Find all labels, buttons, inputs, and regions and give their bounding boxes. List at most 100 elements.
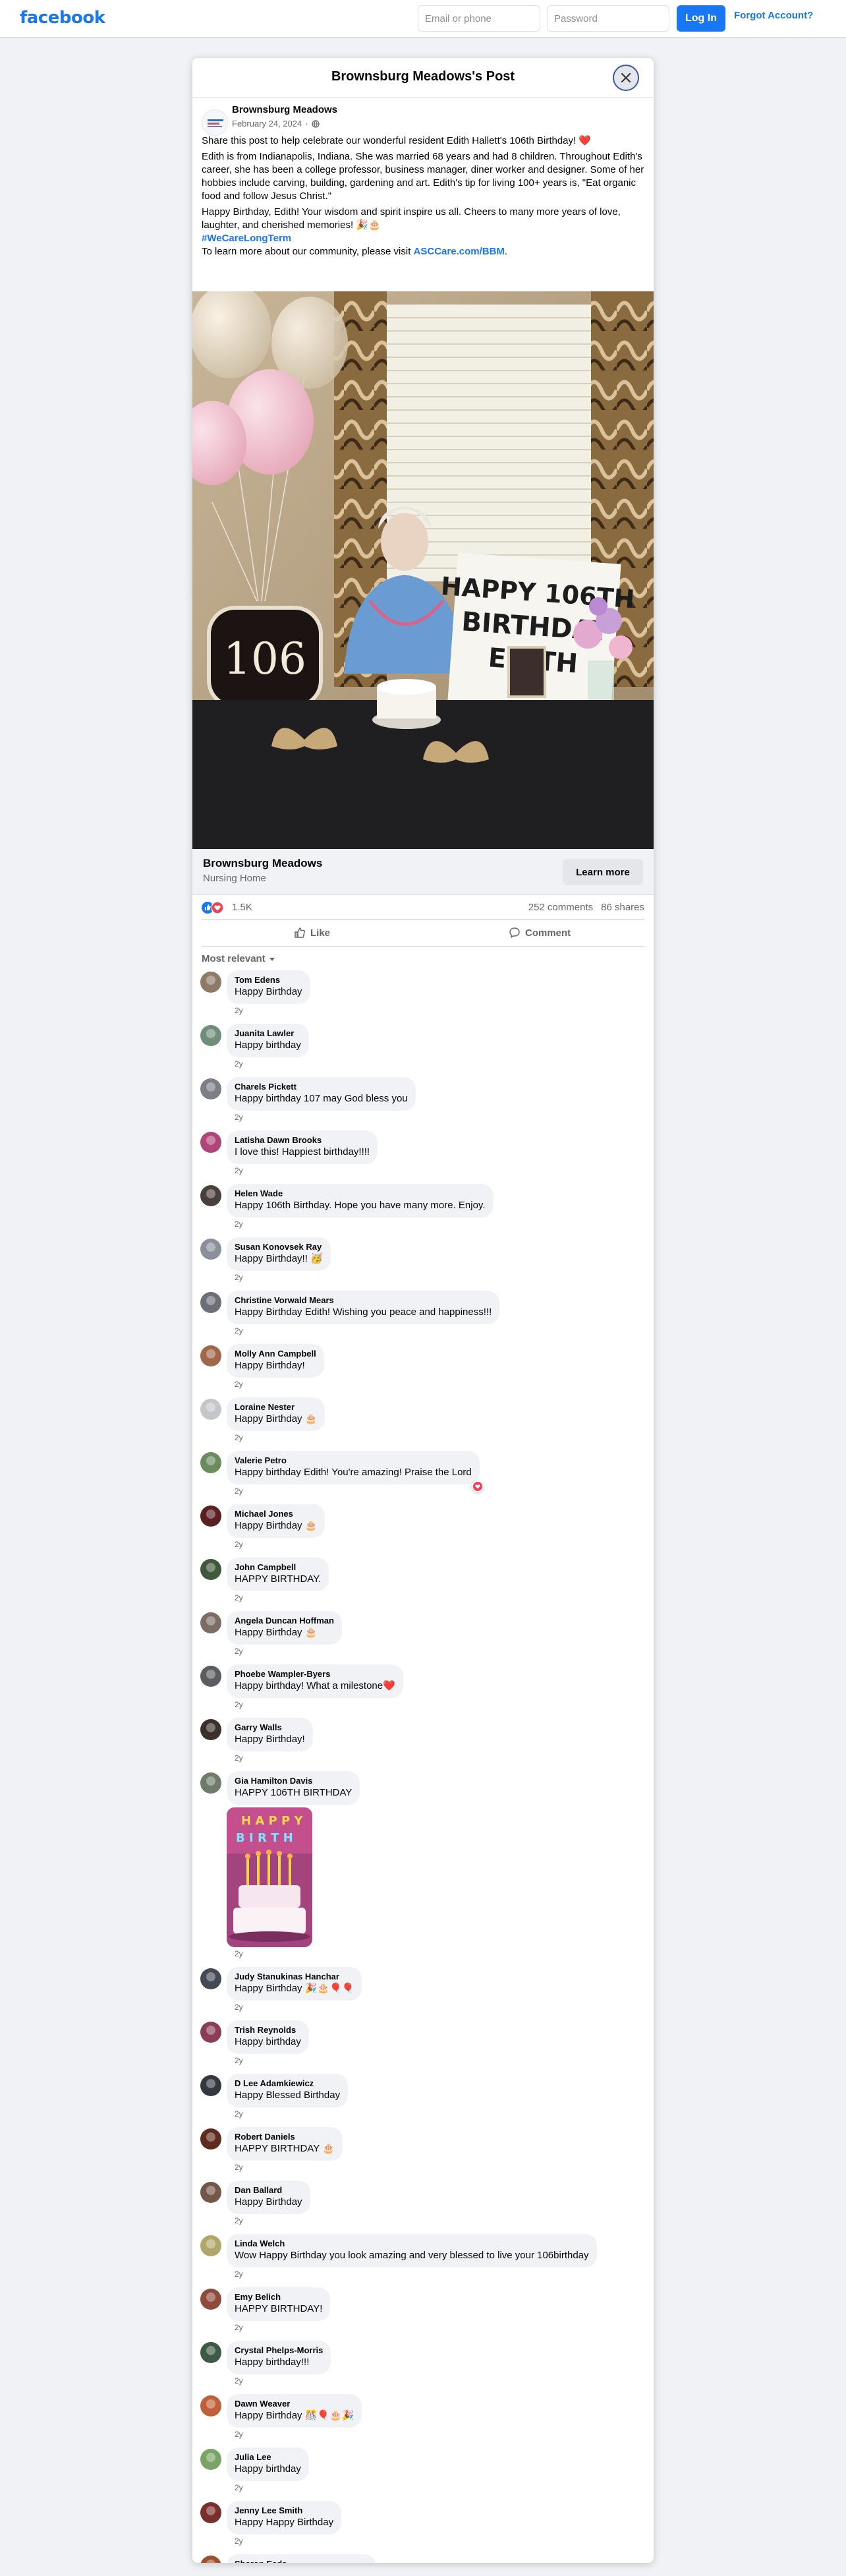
commenter-name[interactable]: Angela Duncan Hoffman <box>235 1616 334 1626</box>
commenter-avatar[interactable] <box>200 1719 221 1740</box>
comment-timestamp[interactable]: 2y <box>235 1700 243 1709</box>
commenter-avatar[interactable] <box>200 1559 221 1580</box>
comment-timestamp[interactable]: 2y <box>235 1540 243 1549</box>
commenter-name[interactable]: Charels Pickett <box>235 1082 408 1092</box>
commenter-avatar[interactable] <box>200 2235 221 2256</box>
commenter-avatar[interactable] <box>200 2182 221 2203</box>
commenter-name[interactable]: Judy Stanukinas Hanchar <box>235 1972 354 1982</box>
commenter-avatar[interactable] <box>200 972 221 993</box>
comment-timestamp[interactable]: 2y <box>235 2163 243 2172</box>
commenter-avatar[interactable] <box>200 2342 221 2363</box>
commenter-avatar[interactable] <box>200 2075 221 2096</box>
commenter-name[interactable]: Valerie Petro <box>235 1455 472 1466</box>
commenter-avatar[interactable] <box>200 1968 221 1989</box>
close-button[interactable] <box>613 65 639 91</box>
website-link[interactable]: ASCCare.com/BBM <box>414 246 505 257</box>
commenter-avatar[interactable] <box>200 2395 221 2416</box>
commenter-avatar[interactable] <box>200 1025 221 1046</box>
commenter-avatar[interactable] <box>200 2128 221 2150</box>
hashtag-link[interactable]: #WeCareLongTerm <box>202 232 644 245</box>
commenter-name[interactable]: Phoebe Wampler-Byers <box>235 1669 395 1680</box>
commenter-name[interactable]: Emy Belich <box>235 2292 322 2302</box>
comment-timestamp[interactable]: 2y <box>235 1433 243 1442</box>
link-card-title[interactable]: Brownsburg Meadows <box>203 857 322 870</box>
commenter-name[interactable]: John Campbell <box>235 1562 321 1573</box>
commenter-name[interactable]: Julia Lee <box>235 2452 301 2463</box>
share-count[interactable]: 86 shares <box>601 902 644 913</box>
commenter-avatar[interactable] <box>200 2502 221 2523</box>
commenter-avatar[interactable] <box>200 1612 221 1633</box>
facebook-logo[interactable]: facebook <box>20 8 105 28</box>
comment-timestamp[interactable]: 2y <box>235 2269 243 2279</box>
comment-timestamp[interactable]: 2y <box>235 1059 243 1068</box>
commenter-name[interactable]: Molly Ann Campbell <box>235 1349 316 1359</box>
comment-timestamp[interactable]: 2y <box>235 2430 243 2439</box>
comment-timestamp[interactable]: 2y <box>235 1380 243 1389</box>
email-input[interactable] <box>418 5 540 32</box>
comment-timestamp[interactable]: 2y <box>235 2483 243 2492</box>
sort-comments-dropdown[interactable]: Most relevant <box>202 953 276 964</box>
commenter-name[interactable]: Loraine Nester <box>235 1402 317 1413</box>
commenter-name[interactable]: Juanita Lawler <box>235 1028 301 1039</box>
birthday-cake-gif[interactable]: H A P P Y B I R T H <box>227 1807 312 1947</box>
commenter-avatar[interactable] <box>200 2022 221 2043</box>
commenter-avatar[interactable] <box>200 1239 221 1260</box>
comment-timestamp[interactable]: 2y <box>235 1113 243 1122</box>
reaction-count[interactable]: 1.5K <box>232 902 252 913</box>
commenter-avatar[interactable] <box>200 1185 221 1206</box>
comment-timestamp[interactable]: 2y <box>235 1753 243 1763</box>
commenter-name[interactable]: Dawn Weaver <box>235 2399 354 2409</box>
comment-button[interactable]: Comment <box>509 920 571 946</box>
commenter-name[interactable]: Garry Walls <box>235 1722 305 1733</box>
commenter-avatar[interactable] <box>200 1506 221 1527</box>
commenter-avatar[interactable] <box>200 1452 221 1473</box>
commenter-avatar[interactable] <box>200 1078 221 1099</box>
page-avatar[interactable] <box>202 109 228 136</box>
forgot-account-link[interactable]: Forgot Account? <box>734 10 813 21</box>
commenter-name[interactable]: Jenny Lee Smith <box>235 2505 333 2516</box>
commenter-avatar[interactable] <box>200 2289 221 2310</box>
commenter-name[interactable]: Linda Welch <box>235 2239 589 2249</box>
password-input[interactable] <box>547 5 669 32</box>
post-author[interactable]: Brownsburg Meadows <box>232 104 337 115</box>
commenter-name[interactable]: Dan Ballard <box>235 2185 302 2196</box>
commenter-avatar[interactable] <box>200 1399 221 1420</box>
commenter-name[interactable]: Crystal Phelps-Morris <box>235 2345 323 2356</box>
commenter-avatar[interactable] <box>200 1772 221 1794</box>
commenter-name[interactable]: Gia Hamilton Davis <box>235 1776 352 1786</box>
comment-timestamp[interactable]: 2y <box>235 1486 243 1496</box>
commenter-avatar[interactable] <box>200 2556 221 2563</box>
comment-timestamp[interactable]: 2y <box>235 1219 243 1229</box>
commenter-name[interactable]: Helen Wade <box>235 1188 486 1199</box>
comment-timestamp[interactable]: 2y <box>235 2323 243 2332</box>
commenter-avatar[interactable] <box>200 1345 221 1366</box>
commenter-name[interactable]: Latisha Dawn Brooks <box>235 1135 370 1146</box>
comment-reaction-badge[interactable] <box>471 1480 484 1492</box>
commenter-name[interactable]: Susan Konovsek Ray <box>235 1242 323 1252</box>
like-button[interactable]: Like <box>294 920 330 946</box>
comment-timestamp[interactable]: 2y <box>235 2216 243 2225</box>
comment-timestamp[interactable]: 2y <box>235 1593 243 1602</box>
commenter-name[interactable]: D Lee Adamkiewicz <box>235 2078 340 2089</box>
post-date[interactable]: February 24, 2024 <box>232 119 302 129</box>
comment-timestamp[interactable]: 2y <box>235 2056 243 2065</box>
commenter-name[interactable]: Trish Reynolds <box>235 2025 301 2035</box>
comment-timestamp[interactable]: 2y <box>235 2376 243 2386</box>
page-link-card[interactable]: Brownsburg Meadows Nursing Home Learn mo… <box>192 849 654 895</box>
commenter-name[interactable]: Christine Vorwald Mears <box>235 1295 492 1306</box>
commenter-avatar[interactable] <box>200 2449 221 2470</box>
login-button[interactable]: Log In <box>677 5 725 32</box>
comment-timestamp[interactable]: 2y <box>235 2003 243 2012</box>
commenter-name[interactable]: Robert Daniels <box>235 2132 335 2142</box>
commenter-name[interactable]: Michael Jones <box>235 1509 317 1519</box>
commenter-avatar[interactable] <box>200 1666 221 1687</box>
commenter-name[interactable]: Tom Edens <box>235 975 302 985</box>
reaction-icons[interactable] <box>202 902 223 914</box>
comment-timestamp[interactable]: 2y <box>235 2109 243 2119</box>
commenter-avatar[interactable] <box>200 1292 221 1313</box>
comment-timestamp[interactable]: 2y <box>235 1006 243 1015</box>
comment-timestamp[interactable]: 2y <box>235 1326 243 1335</box>
comment-timestamp[interactable]: 2y <box>235 1949 243 1958</box>
comment-timestamp[interactable]: 2y <box>235 1273 243 1282</box>
comment-timestamp[interactable]: 2y <box>235 1166 243 1175</box>
